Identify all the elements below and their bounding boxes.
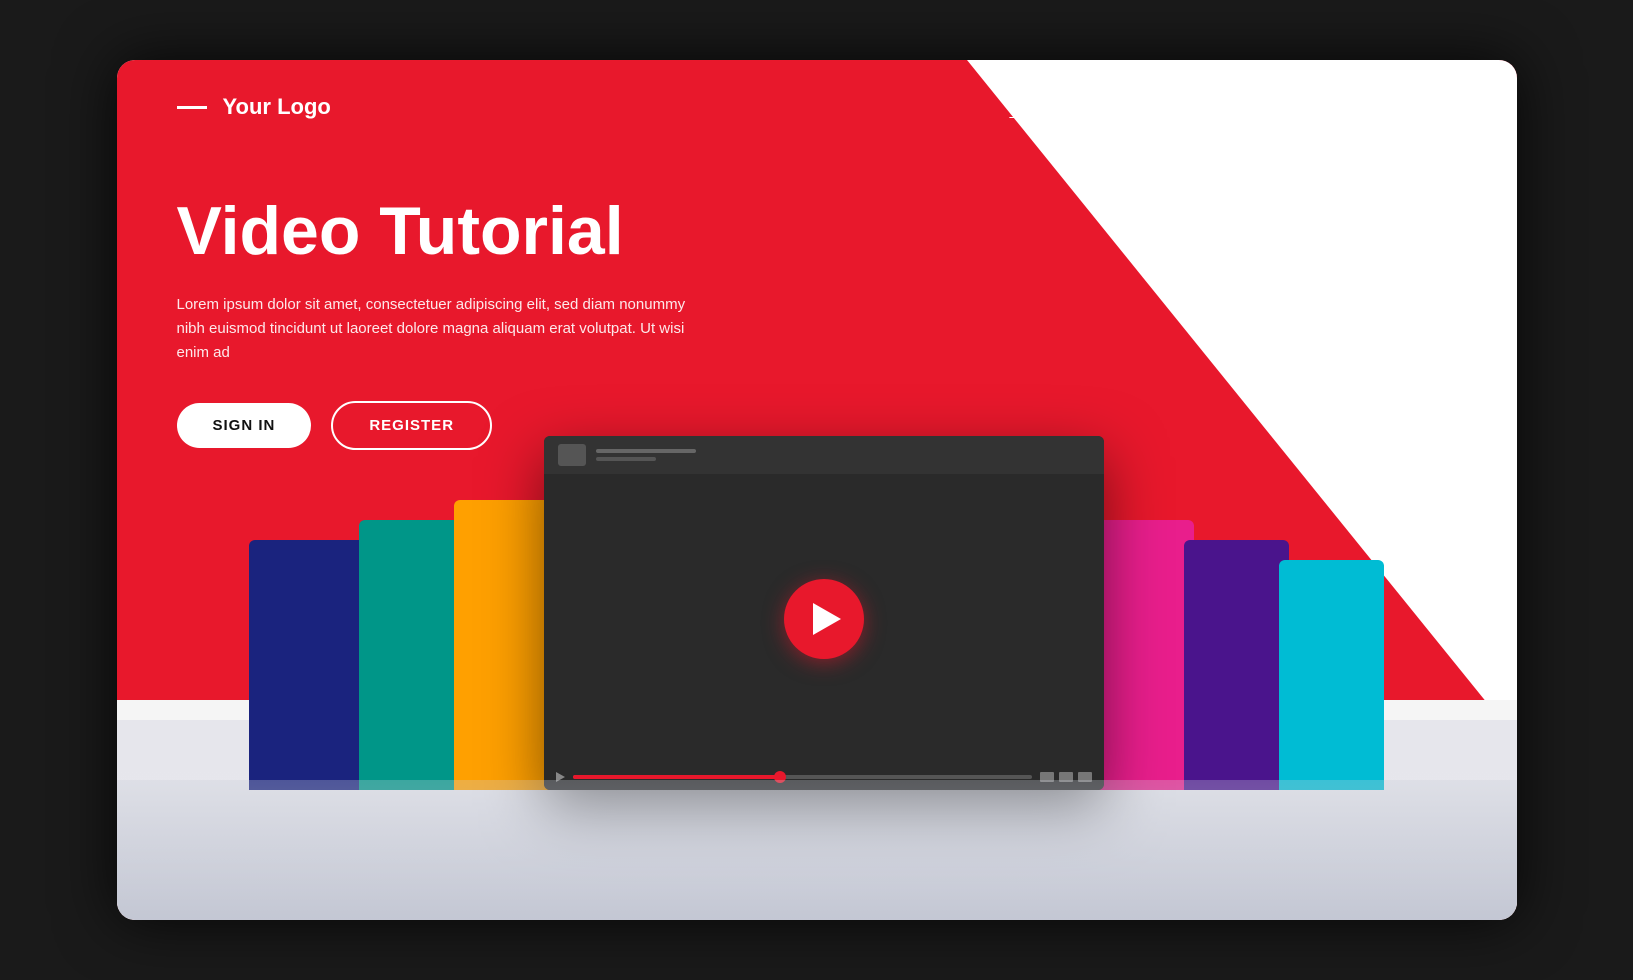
title-line-short (596, 457, 656, 461)
menu-button[interactable] (1419, 88, 1457, 126)
player-top-bar (544, 436, 1104, 474)
navbar: Your Logo Home About Service Contact (117, 60, 1517, 154)
logo-dash-icon (177, 106, 207, 109)
cards-container (117, 436, 1517, 790)
play-button[interactable] (784, 579, 864, 659)
settings-icon[interactable] (1078, 772, 1092, 782)
landing-page: Your Logo Home About Service Contact Vid… (117, 60, 1517, 920)
fullscreen-icon[interactable] (1059, 772, 1073, 782)
logo-text: Your Logo (223, 94, 331, 120)
card-pink (1089, 520, 1194, 790)
nav-service[interactable]: Service (1200, 97, 1260, 118)
play-icon (813, 603, 841, 635)
player-controls (544, 764, 1104, 790)
nav-links: Home About Service Contact (1009, 88, 1456, 126)
title-line-long (596, 449, 696, 453)
hero-section: Video Tutorial Lorem ipsum dolor sit ame… (117, 154, 1517, 450)
nav-contact[interactable]: Contact (1308, 97, 1370, 118)
player-thumbnail-icon (558, 444, 586, 466)
player-title-lines (596, 449, 696, 461)
hero-title: Video Tutorial (177, 194, 777, 269)
card-teal (359, 520, 464, 790)
video-player-container (544, 436, 1104, 790)
side-cards-left (249, 500, 559, 790)
player-control-icons (1040, 772, 1092, 782)
browser-frame: Your Logo Home About Service Contact Vid… (117, 60, 1517, 920)
nav-home[interactable]: Home (1009, 97, 1057, 118)
logo: Your Logo (177, 94, 331, 120)
hamburger-line-1 (1430, 100, 1446, 102)
card-purple (1184, 540, 1289, 790)
video-player (544, 436, 1104, 790)
hamburger-line-2 (1430, 106, 1446, 108)
progress-fill (573, 775, 780, 779)
small-play-icon[interactable] (556, 772, 565, 782)
progress-dot (774, 771, 786, 783)
side-cards-right (1089, 520, 1384, 790)
player-screen (544, 474, 1104, 764)
nav-about[interactable]: About (1105, 97, 1152, 118)
hero-description: Lorem ipsum dolor sit amet, consectetuer… (177, 293, 697, 365)
card-cyan (1279, 560, 1384, 790)
card-navy (249, 540, 369, 790)
progress-bar[interactable] (573, 775, 1032, 779)
hamburger-line-3 (1430, 112, 1446, 114)
volume-icon[interactable] (1040, 772, 1054, 782)
